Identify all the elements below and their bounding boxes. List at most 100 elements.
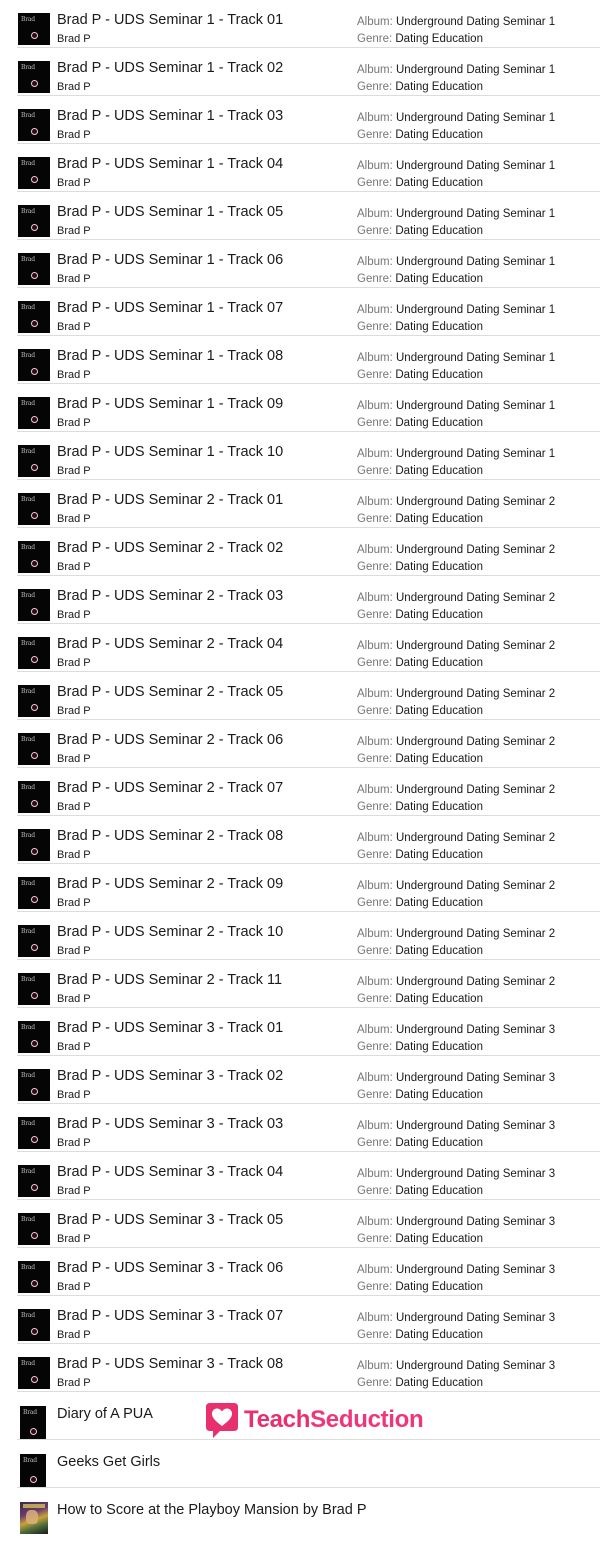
genre-label: Genre: [357,513,393,525]
album-art-text: Brad [21,208,35,215]
album-label: Album: [357,352,393,364]
track-row[interactable]: Brad Brad P - UDS Seminar 2 - Track 07 Bra… [17,768,600,816]
track-row[interactable]: Brad Brad P - UDS Seminar 3 - Track 04 Bra… [17,1152,600,1200]
album-art-text: Brad [21,1072,35,1079]
genre-label: Genre: [357,129,393,141]
album-value: Underground Dating Seminar 1 [396,208,556,220]
genre-value: Dating Education [395,1137,483,1149]
genre-value: Dating Education [395,849,483,861]
track-row[interactable]: Brad Brad P - UDS Seminar 1 - Track 03 Bra… [17,96,600,144]
track-genre: Genre: Dating Education [357,1137,483,1149]
book-row[interactable]: Brad Geeks Get Girls [17,1440,600,1488]
track-artist: Brad P [57,1377,91,1389]
genre-value: Dating Education [395,993,483,1005]
track-row[interactable]: Brad Brad P - UDS Seminar 2 - Track 05 Bra… [17,672,600,720]
ring-icon [31,992,38,999]
album-art-icon: Brad [18,877,50,909]
ring-icon [31,320,38,327]
track-title: Brad P - UDS Seminar 3 - Track 03 [57,1116,284,1132]
album-art-text: Brad [21,304,35,311]
genre-label: Genre: [357,657,393,669]
genre-value: Dating Education [395,1041,483,1053]
genre-label: Genre: [357,1041,393,1053]
album-art-text: Brad [21,784,35,791]
genre-value: Dating Education [395,1089,483,1101]
brand-text-seduction: Seduction [310,1406,424,1433]
album-label: Album: [357,208,393,220]
track-row[interactable]: Brad Brad P - UDS Seminar 3 - Track 03 Bra… [17,1104,600,1152]
track-album: Album: Underground Dating Seminar 1 [357,304,555,316]
album-label: Album: [357,304,393,316]
teachseduction-watermark: TeachSeduction [204,1400,424,1440]
genre-value: Dating Education [395,561,483,573]
track-row[interactable]: Brad Brad P - UDS Seminar 3 - Track 06 Bra… [17,1248,600,1296]
genre-value: Dating Education [395,657,483,669]
track-row[interactable]: Brad Brad P - UDS Seminar 2 - Track 10 Bra… [17,912,600,960]
track-row[interactable]: Brad Brad P - UDS Seminar 2 - Track 04 Bra… [17,624,600,672]
track-row[interactable]: Brad Brad P - UDS Seminar 1 - Track 09 Bra… [17,384,600,432]
album-art-icon: Brad [18,301,50,333]
track-genre: Genre: Dating Education [357,657,483,669]
album-value: Underground Dating Seminar 1 [396,256,556,268]
track-row[interactable]: Brad Brad P - UDS Seminar 1 - Track 04 Bra… [17,144,600,192]
track-row[interactable]: Brad Brad P - UDS Seminar 2 - Track 11 Bra… [17,960,600,1008]
track-album: Album: Underground Dating Seminar 3 [357,1072,555,1084]
genre-label: Genre: [357,273,393,285]
genre-label: Genre: [357,849,393,861]
genre-value: Dating Education [395,897,483,909]
track-row[interactable]: Brad Brad P - UDS Seminar 1 - Track 01 Bra… [17,0,600,48]
track-row[interactable]: Brad Brad P - UDS Seminar 3 - Track 05 Bra… [17,1200,600,1248]
track-row[interactable]: Brad Brad P - UDS Seminar 1 - Track 02 Bra… [17,48,600,96]
track-album: Album: Underground Dating Seminar 2 [357,688,555,700]
track-genre: Genre: Dating Education [357,1281,483,1293]
track-row[interactable]: Brad Brad P - UDS Seminar 2 - Track 09 Bra… [17,864,600,912]
track-row[interactable]: Brad Brad P - UDS Seminar 2 - Track 08 Bra… [17,816,600,864]
genre-label: Genre: [357,609,393,621]
album-value: Underground Dating Seminar 2 [396,496,556,508]
album-art-text: Brad [21,592,35,599]
genre-value: Dating Education [395,33,483,45]
book-row[interactable]: How to Score at the Playboy Mansion by B… [17,1488,600,1536]
track-row[interactable]: Brad Brad P - UDS Seminar 2 - Track 03 Bra… [17,576,600,624]
album-art-text: Brad [21,256,35,263]
track-genre: Genre: Dating Education [357,1041,483,1053]
track-row[interactable]: Brad Brad P - UDS Seminar 3 - Track 01 Bra… [17,1008,600,1056]
album-art-icon: Brad [18,829,50,861]
track-row[interactable]: Brad Brad P - UDS Seminar 2 - Track 02 Bra… [17,528,600,576]
album-art-icon: Brad [18,1117,50,1149]
track-genre: Genre: Dating Education [357,1329,483,1341]
track-album: Album: Underground Dating Seminar 2 [357,832,555,844]
track-row[interactable]: Brad Brad P - UDS Seminar 1 - Track 05 Bra… [17,192,600,240]
ring-icon [31,272,38,279]
track-row[interactable]: Brad Brad P - UDS Seminar 1 - Track 10 Bra… [17,432,600,480]
track-row[interactable]: Brad Brad P - UDS Seminar 1 - Track 06 Bra… [17,240,600,288]
track-row[interactable]: Brad Brad P - UDS Seminar 2 - Track 06 Bra… [17,720,600,768]
album-value: Underground Dating Seminar 3 [396,1216,556,1228]
track-row[interactable]: Brad Brad P - UDS Seminar 2 - Track 01 Bra… [17,480,600,528]
track-title: Brad P - UDS Seminar 2 - Track 02 [57,540,284,556]
album-art-icon: Brad [18,781,50,813]
track-row[interactable]: Brad Brad P - UDS Seminar 3 - Track 07 Bra… [17,1296,600,1344]
track-genre: Genre: Dating Education [357,849,483,861]
track-genre: Genre: Dating Education [357,129,483,141]
track-row[interactable]: Brad Brad P - UDS Seminar 3 - Track 02 Bra… [17,1056,600,1104]
album-art-icon: Brad [18,493,50,525]
track-title: Brad P - UDS Seminar 1 - Track 06 [57,252,284,268]
track-row[interactable]: Brad Brad P - UDS Seminar 1 - Track 08 Bra… [17,336,600,384]
genre-value: Dating Education [395,1329,483,1341]
album-art-icon: Brad [18,1357,50,1389]
album-label: Album: [357,1216,393,1228]
genre-value: Dating Education [395,513,483,525]
album-value: Underground Dating Seminar 2 [396,640,556,652]
track-artist: Brad P [57,609,91,621]
genre-label: Genre: [357,705,393,717]
track-artist: Brad P [57,897,91,909]
track-genre: Genre: Dating Education [357,321,483,333]
album-value: Underground Dating Seminar 1 [396,304,556,316]
track-genre: Genre: Dating Education [357,225,483,237]
track-row[interactable]: Brad Brad P - UDS Seminar 1 - Track 07 Bra… [17,288,600,336]
album-label: Album: [357,112,393,124]
genre-label: Genre: [357,753,393,765]
album-value: Underground Dating Seminar 2 [396,928,556,940]
track-row[interactable]: Brad Brad P - UDS Seminar 3 - Track 08 Bra… [17,1344,600,1392]
